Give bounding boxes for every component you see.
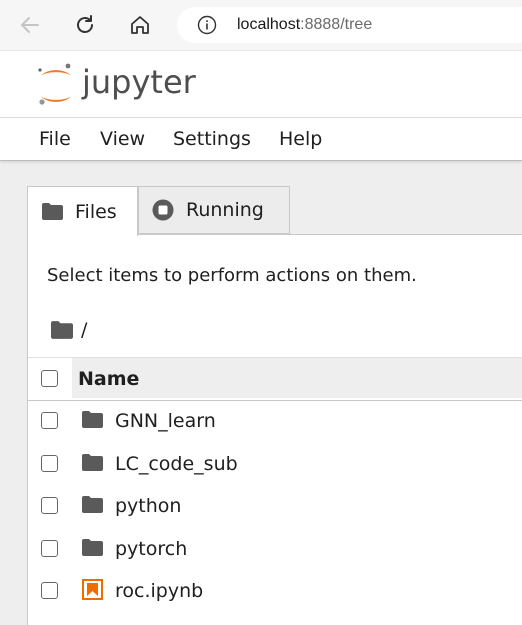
list-item[interactable]: python <box>28 485 522 527</box>
address-bar[interactable]: localhost:8888/tree <box>177 7 522 43</box>
file-browser-panel: Select items to perform actions on them.… <box>27 234 522 625</box>
folder-icon <box>82 496 103 513</box>
row-checkbox[interactable] <box>41 497 58 514</box>
selection-hint: Select items to perform actions on them. <box>47 265 417 286</box>
list-item[interactable]: pytorch <box>28 528 522 570</box>
notebook-icon <box>82 579 103 600</box>
breadcrumb: / <box>51 319 87 341</box>
menu-help[interactable]: Help <box>279 128 322 150</box>
back-arrow-icon <box>21 17 39 33</box>
name-column-header[interactable]: Name <box>72 358 522 398</box>
folder-icon <box>82 454 103 471</box>
jupyter-header: jupyter <box>0 51 522 118</box>
url-path: :8888/tree <box>300 16 373 33</box>
select-all-checkbox[interactable] <box>41 370 58 387</box>
file-list-header: Name <box>28 357 522 401</box>
menu-view[interactable]: View <box>100 128 145 150</box>
root-folder-icon[interactable] <box>51 321 73 339</box>
row-checkbox[interactable] <box>41 540 58 557</box>
list-item[interactable]: roc.ipynb <box>28 570 522 612</box>
url-text: localhost:8888/tree <box>237 16 372 34</box>
tab-files[interactable]: Files <box>27 186 138 236</box>
row-checkbox[interactable] <box>41 455 58 472</box>
item-name[interactable]: roc.ipynb <box>115 580 203 602</box>
home-button[interactable] <box>126 11 154 39</box>
folder-icon <box>42 203 63 220</box>
breadcrumb-root[interactable]: / <box>81 319 87 341</box>
reload-button[interactable] <box>71 11 99 39</box>
row-checkbox[interactable] <box>41 582 58 599</box>
url-host: localhost <box>237 16 301 33</box>
reload-icon <box>77 15 93 33</box>
menu-file[interactable]: File <box>39 128 71 150</box>
home-icon <box>131 16 149 34</box>
item-name[interactable]: python <box>115 495 181 517</box>
tab-files-label: Files <box>75 200 117 223</box>
item-name[interactable]: GNN_learn <box>115 410 216 432</box>
back-button[interactable] <box>16 11 44 39</box>
row-checkbox[interactable] <box>41 412 58 429</box>
tab-running[interactable]: Running <box>138 186 290 234</box>
folder-icon <box>82 539 103 556</box>
tab-running-label: Running <box>186 199 264 221</box>
item-name[interactable]: LC_code_sub <box>115 453 238 475</box>
folder-icon <box>82 411 103 428</box>
item-name[interactable]: pytorch <box>115 538 187 560</box>
menu-settings[interactable]: Settings <box>173 128 251 150</box>
list-item[interactable]: LC_code_sub <box>28 443 522 485</box>
browser-toolbar: localhost:8888/tree <box>0 0 522 51</box>
site-info-icon[interactable] <box>197 15 217 39</box>
logo-text: jupyter <box>81 63 197 101</box>
name-column-label: Name <box>78 368 140 390</box>
jupyter-logo[interactable]: jupyter <box>36 60 206 108</box>
stop-circle-icon <box>152 199 174 221</box>
list-item[interactable]: GNN_learn <box>28 400 522 442</box>
menu-bar: File View Settings Help <box>0 118 522 161</box>
